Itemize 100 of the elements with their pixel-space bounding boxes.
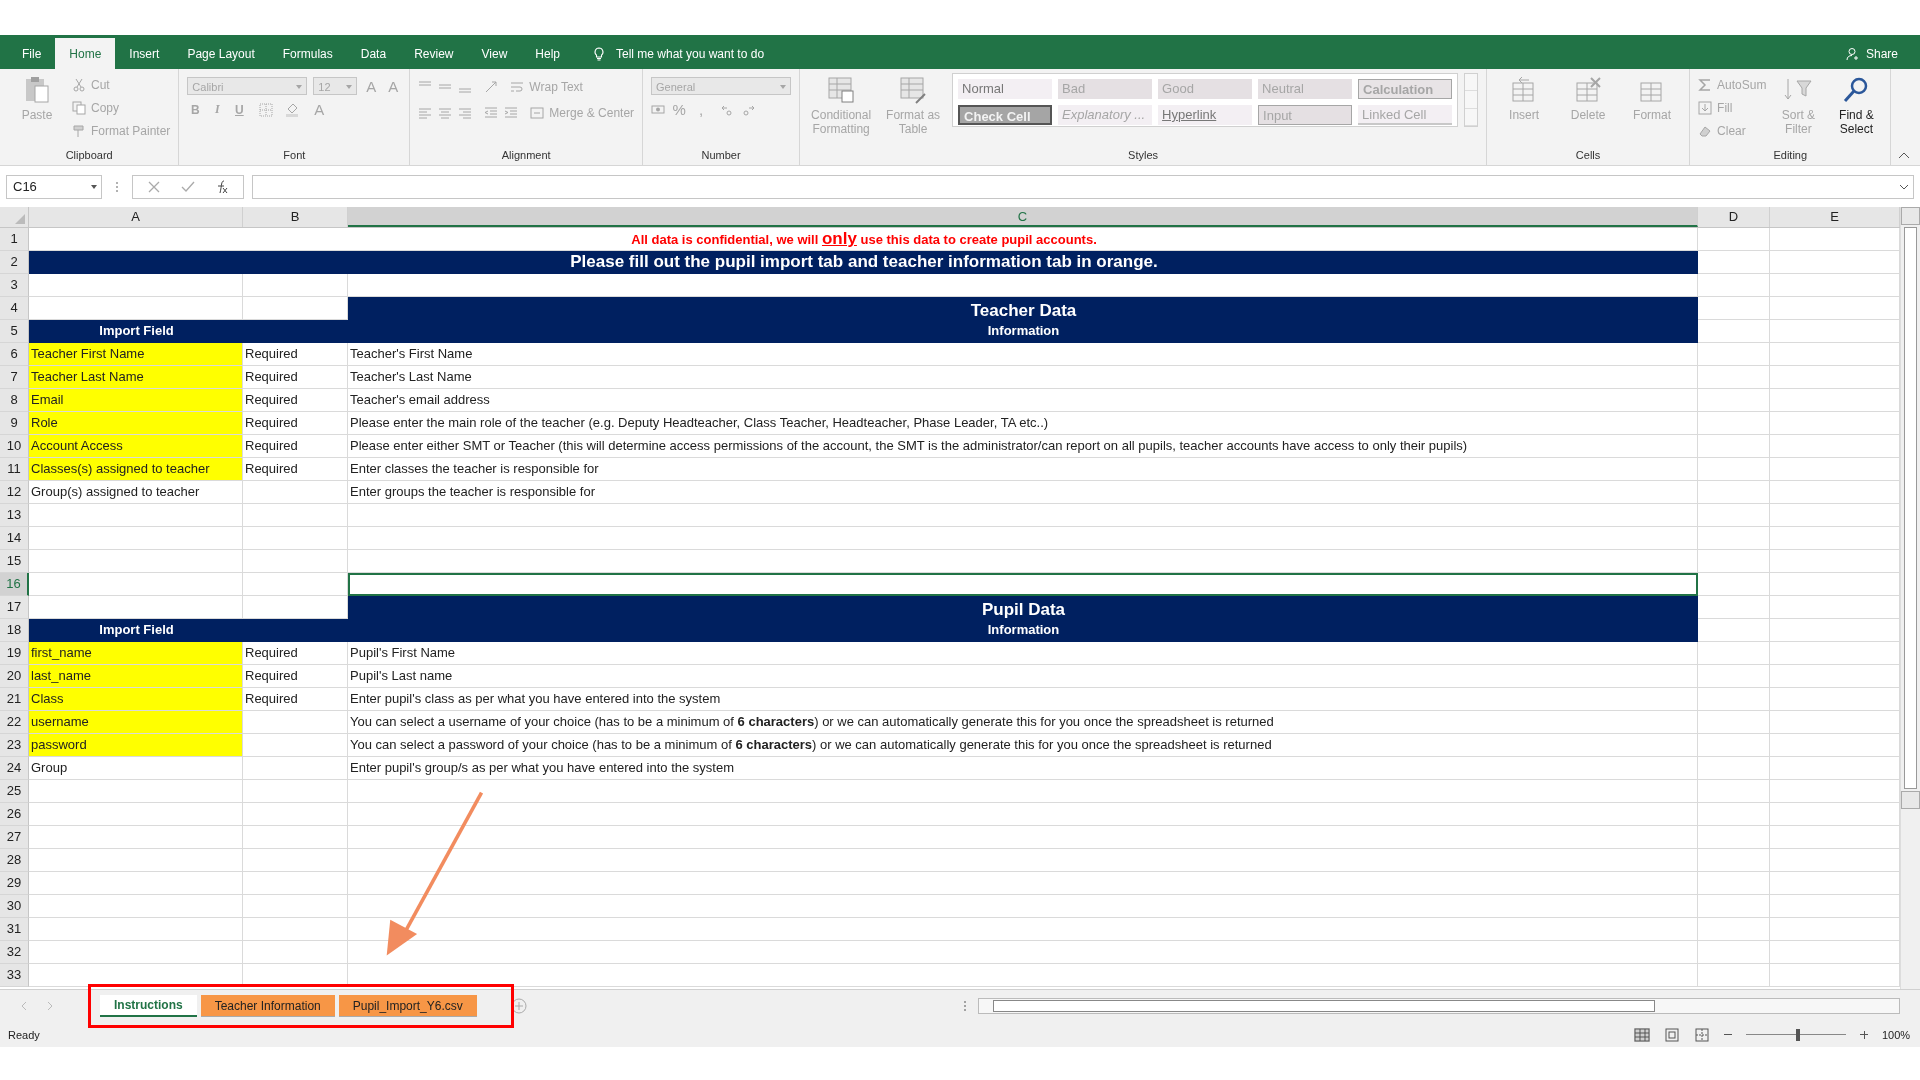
row-header[interactable]: 20: [0, 665, 29, 688]
ribbon-tab[interactable]: Home: [55, 38, 116, 69]
row-header[interactable]: 26: [0, 803, 29, 826]
gallery-scroll[interactable]: [1464, 73, 1479, 127]
expand-icon[interactable]: [1899, 183, 1909, 190]
row-header[interactable]: 5: [0, 320, 29, 343]
row-header[interactable]: 28: [0, 849, 29, 872]
collapse-ribbon-icon[interactable]: [1898, 151, 1910, 159]
share-button[interactable]: Share: [1845, 39, 1898, 69]
decrease-indent-icon[interactable]: [484, 106, 499, 120]
banner-heading: Please fill out the pupil import tab and teacher information tab in orange.: [29, 251, 1698, 274]
row-header[interactable]: 23: [0, 734, 29, 757]
align-center-icon[interactable]: [438, 106, 453, 120]
table-cell: Teacher's First Name: [348, 343, 1698, 366]
normal-view-icon[interactable]: [1634, 1027, 1650, 1042]
table-cell: Required: [243, 435, 348, 458]
eraser-icon: [1698, 124, 1713, 138]
ribbon-tab[interactable]: Insert: [115, 39, 174, 69]
cell-style[interactable]: Hyperlink: [1158, 105, 1253, 125]
table-cell: Teacher Last Name: [29, 366, 243, 389]
empty-cell: [1698, 573, 1770, 596]
row-header[interactable]: 18: [0, 619, 29, 642]
row-header[interactable]: 17: [0, 596, 29, 619]
ribbon-tab[interactable]: Help: [521, 39, 574, 69]
name-box[interactable]: C16: [6, 174, 102, 199]
row-header[interactable]: 9: [0, 412, 29, 435]
sheet-tab[interactable]: Instructions: [100, 995, 197, 1017]
table-icon: [898, 75, 929, 105]
orientation-icon[interactable]: [484, 80, 499, 94]
selected-cell[interactable]: [348, 573, 1698, 596]
formula-field[interactable]: [252, 174, 1914, 199]
previous-sheet-icon[interactable]: [20, 1001, 28, 1011]
increase-indent-icon[interactable]: [504, 106, 519, 120]
vertical-scrollbar[interactable]: [1900, 207, 1920, 989]
row-header[interactable]: 3: [0, 274, 29, 297]
status-text: Ready: [8, 1028, 40, 1041]
empty-cell: [1698, 343, 1770, 366]
scissors-icon: [72, 78, 86, 92]
ribbon-tab[interactable]: Formulas: [268, 39, 347, 69]
insert-function-icon[interactable]: [215, 179, 229, 194]
fill-color-icon[interactable]: [285, 102, 300, 117]
row-header[interactable]: 16: [0, 573, 29, 596]
table-cell: Please enter the main role of the teacher (e.g. Deputy Headteacher, Class Teacher, Headteacher, Phase Leader, TA etc..): [348, 412, 1698, 435]
sheet-tab[interactable]: Teacher Information: [200, 995, 335, 1017]
row-header[interactable]: 13: [0, 504, 29, 527]
empty-cell: [1698, 964, 1770, 987]
empty-cell: [1698, 941, 1770, 964]
ribbon-tab[interactable]: Page Layout: [173, 39, 269, 69]
lightbulb-icon: [592, 47, 606, 61]
ribbon-tab[interactable]: View: [467, 39, 522, 69]
wrap-text-icon: [510, 80, 525, 94]
row-header[interactable]: 21: [0, 688, 29, 711]
tell-me-field[interactable]: Tell me what you want to do: [614, 46, 838, 62]
align-left-icon[interactable]: [418, 106, 433, 120]
row-header[interactable]: 4: [0, 297, 29, 320]
row-header[interactable]: 15: [0, 550, 29, 573]
column-header[interactable]: D: [1698, 207, 1770, 227]
row-header[interactable]: 11: [0, 458, 29, 481]
column-header[interactable]: C: [348, 207, 1698, 227]
borders-icon[interactable]: [259, 102, 274, 117]
row-header[interactable]: 19: [0, 642, 29, 665]
ribbon-tab[interactable]: File: [8, 39, 56, 69]
cancel-icon[interactable]: [147, 179, 161, 194]
row-header[interactable]: 29: [0, 872, 29, 895]
ribbon-tab[interactable]: Review: [400, 39, 468, 69]
row-header[interactable]: 30: [0, 895, 29, 918]
empty-cell: [1698, 435, 1770, 458]
row-header[interactable]: 14: [0, 527, 29, 550]
row-header[interactable]: 33: [0, 964, 29, 987]
table-cell: Teacher's Last Name: [348, 366, 1698, 389]
row-header[interactable]: 6: [0, 343, 29, 366]
zoom-level[interactable]: 100%: [1882, 1028, 1912, 1041]
row-header[interactable]: 2: [0, 251, 29, 274]
row-header[interactable]: 27: [0, 826, 29, 849]
sheet-tab[interactable]: Pupil_Import_Y6.csv: [338, 995, 477, 1017]
column-header[interactable]: A: [29, 207, 243, 227]
row-header[interactable]: 32: [0, 941, 29, 964]
enter-icon[interactable]: [181, 179, 195, 194]
row-header[interactable]: 31: [0, 918, 29, 941]
row-header[interactable]: 1: [0, 228, 29, 251]
find-select-button[interactable]: Find & Select: [1830, 73, 1883, 147]
row-header[interactable]: 8: [0, 389, 29, 412]
page-layout-icon[interactable]: [1664, 1027, 1680, 1042]
align-right-icon[interactable]: [458, 106, 473, 120]
row-header[interactable]: 10: [0, 435, 29, 458]
ribbon-tab[interactable]: Data: [346, 39, 401, 69]
row-header[interactable]: 22: [0, 711, 29, 734]
row-header[interactable]: 7: [0, 366, 29, 389]
cell-style[interactable]: Normal: [958, 79, 1053, 99]
page-break-icon[interactable]: [1694, 1027, 1710, 1042]
row-header[interactable]: 24: [0, 757, 29, 780]
empty-cell: [1698, 780, 1770, 803]
table-cell: Class: [29, 688, 243, 711]
table-cell: Teacher First Name: [29, 343, 243, 366]
currency-icon[interactable]: [651, 102, 666, 117]
horizontal-scrollbar[interactable]: [978, 998, 1900, 1014]
row-header[interactable]: 25: [0, 780, 29, 803]
row-header[interactable]: 12: [0, 481, 29, 504]
merge-cells-icon: [530, 106, 545, 120]
next-sheet-icon[interactable]: [46, 1001, 54, 1011]
